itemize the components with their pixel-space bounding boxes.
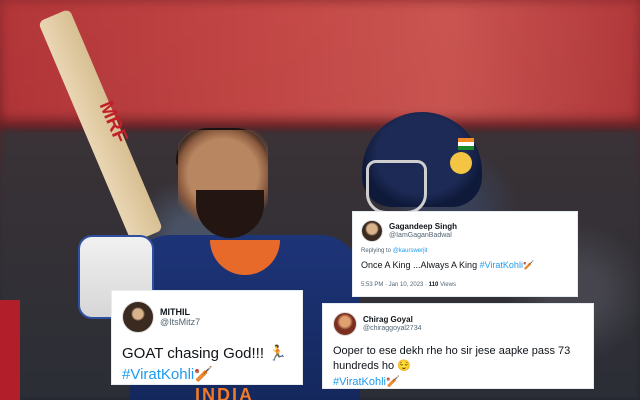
tweet-header: MITHIL @ItsMitz7 [122, 301, 292, 333]
view-count-label: Views [438, 281, 456, 288]
tweet-body-text: GOAT chasing God!!! [122, 345, 269, 362]
reply-prefix: Replying to [361, 248, 393, 254]
tweet-text: Ooper to ese dekh rhe ho sir jese aapke … [333, 344, 583, 390]
hashtag-emoji: 🏏 [386, 375, 400, 388]
hashtag-emoji: 🏏 [522, 260, 535, 270]
tweet-text: Once A King ...Always A King #ViratKohli… [361, 260, 569, 272]
running-emoji: 🏃 [268, 345, 287, 362]
hashtag-link[interactable]: #ViratKohli [333, 376, 386, 388]
tweet-card-gagandeep[interactable]: Gagandeep Singh @IamGaganBadwal Replying… [352, 211, 578, 297]
hashtag-link[interactable]: #ViratKohli [122, 366, 194, 383]
tweet-meta: 5:53 PM · Jan 10, 2023 · 110 Views [361, 282, 569, 288]
tweet-text: GOAT chasing God!!! 🏃 #ViratKohli🏏 [122, 343, 292, 385]
author-name[interactable]: Gagandeep Singh [389, 222, 457, 231]
tweet-header: Chirag Goyal @chiraggoyal2734 [333, 312, 583, 336]
author-handle[interactable]: @IamGaganBadwal [389, 232, 457, 240]
side-figure [0, 300, 20, 400]
tweet-card-chirag[interactable]: Chirag Goyal @chiraggoyal2734 Ooper to e… [322, 303, 594, 389]
reply-to-link[interactable]: @kaurswerjit [393, 248, 428, 254]
author-handle[interactable]: @chiraggoyal2734 [363, 325, 421, 333]
avatar[interactable] [333, 312, 357, 336]
tweet-author: MITHIL @ItsMitz7 [160, 307, 200, 328]
helmet-badge-icon [450, 152, 472, 174]
view-count: 110 [428, 281, 439, 288]
helmet-grill [366, 160, 427, 214]
hashtag-link[interactable]: #ViratKohli [480, 260, 523, 270]
tweet-timestamp[interactable]: 5:53 PM · Jan 10, 2023 · [361, 282, 429, 288]
tweet-card-mithil[interactable]: MITHIL @ItsMitz7 GOAT chasing God!!! 🏃 #V… [111, 290, 303, 385]
hashtag-emoji: 🏏 [194, 366, 213, 383]
author-handle[interactable]: @ItsMitz7 [160, 317, 200, 327]
tweet-body-text: Once A King ...Always A King [361, 260, 480, 270]
tweet-author: Chirag Goyal @chiraggoyal2734 [363, 315, 421, 332]
india-flag-icon [458, 138, 474, 150]
author-name[interactable]: MITHIL [160, 307, 200, 317]
reply-context: Replying to @kaurswerjit [361, 248, 569, 254]
avatar[interactable] [361, 220, 383, 242]
tweet-author: Gagandeep Singh @IamGaganBadwal [389, 222, 457, 239]
jersey-text: INDIA [195, 385, 254, 400]
avatar[interactable] [122, 301, 154, 333]
author-name[interactable]: Chirag Goyal [363, 315, 421, 324]
tweet-header: Gagandeep Singh @IamGaganBadwal [361, 220, 569, 242]
relieved-emoji: 😌 [397, 360, 411, 373]
tweet-body-text: Ooper to ese dekh rhe ho sir jese aapke … [333, 345, 571, 373]
